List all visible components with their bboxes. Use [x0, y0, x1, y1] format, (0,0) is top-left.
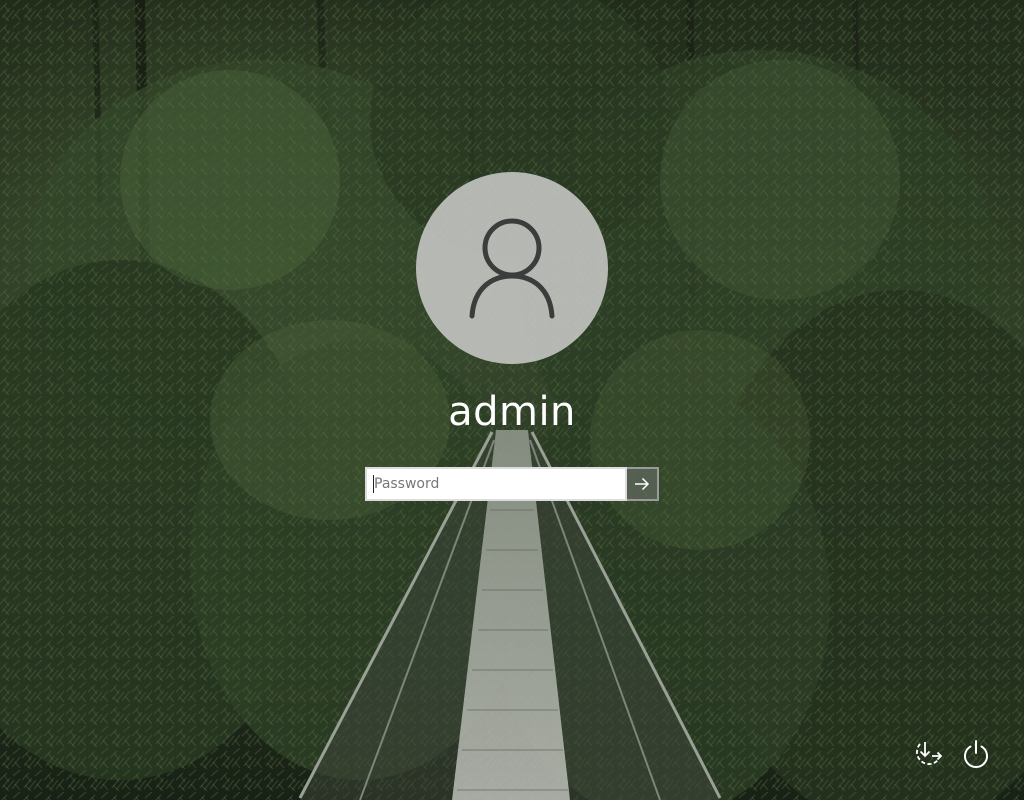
text-caret [373, 475, 374, 493]
user-silhouette-icon [469, 218, 555, 319]
password-row [365, 467, 659, 501]
submit-button[interactable] [627, 467, 659, 501]
password-field[interactable] [365, 467, 627, 501]
power-button[interactable] [958, 736, 994, 772]
user-avatar [416, 172, 608, 364]
power-icon [964, 740, 988, 768]
ease-of-access-button[interactable] [909, 736, 945, 772]
ease-of-access-icon [916, 742, 943, 765]
lock-screen: admin [0, 0, 1024, 800]
username-label: admin [448, 389, 576, 435]
arrow-right-icon [635, 477, 650, 491]
